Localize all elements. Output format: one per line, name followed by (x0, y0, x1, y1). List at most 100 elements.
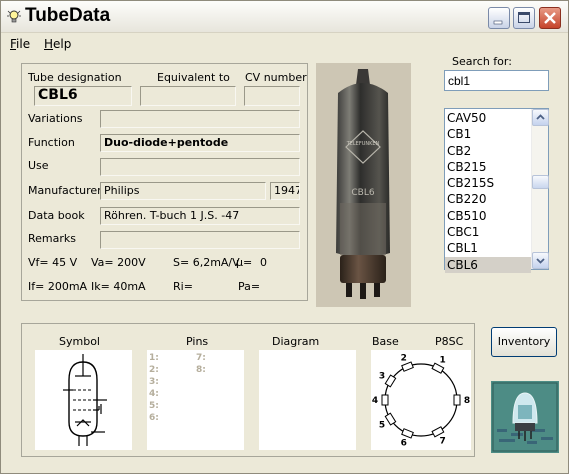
cv-number-label: CV number (245, 71, 307, 84)
base-label: Base (372, 335, 399, 348)
menu-help[interactable]: Help (44, 37, 71, 51)
if-value: If= 200mA (28, 280, 88, 293)
databook-label: Data book (28, 209, 85, 222)
pin-entry: 7: (196, 353, 206, 363)
ik-value: Ik= 40mA (91, 280, 146, 293)
menu-file-label: ile (16, 37, 31, 51)
search-label: Search for: (452, 55, 512, 68)
tube-photo-image: TELEFUNKEN CBL6 (316, 63, 411, 307)
function-field[interactable]: Duo-diode+pentode (100, 134, 300, 152)
maximize-icon (518, 12, 530, 23)
remarks-label: Remarks (28, 232, 76, 245)
photo-tube-label: CBL6 (351, 188, 374, 198)
base-pin-number: 5 (379, 420, 385, 430)
menu-help-mnemonic: H (44, 37, 54, 51)
use-label: Use (28, 159, 49, 172)
pin-entry: 1: (149, 353, 159, 363)
pin-entry: 8: (196, 365, 206, 375)
pin-entry: 3: (149, 377, 159, 387)
result-item[interactable]: CAV50 (445, 110, 531, 126)
result-item[interactable]: CB220 (445, 191, 531, 207)
base-pin-number: 8 (464, 396, 470, 406)
result-item[interactable]: CB215S (445, 175, 531, 191)
inventory-button[interactable]: Inventory (491, 327, 557, 357)
base-pin-number: 4 (372, 396, 378, 406)
result-item[interactable]: CBC1 (445, 224, 531, 240)
base-type-label: P8SC (435, 335, 464, 348)
menu-help-label: elp (53, 37, 72, 51)
base-pin (384, 412, 397, 426)
pins-right-column: 7: 8: (196, 352, 206, 376)
diagram-label: Diagram (272, 335, 320, 348)
base-diagram-icon: 1 2 3 4 5 6 7 8 (372, 353, 470, 449)
mu-value: 0 (260, 256, 267, 269)
base-pin-number: 2 (401, 353, 407, 363)
pin-entry: 6: (149, 413, 159, 423)
tube-photo: TELEFUNKEN CBL6 (316, 63, 411, 307)
pin-entry: 5: (149, 401, 159, 411)
ri-value: Ri= (173, 280, 193, 293)
search-input[interactable] (444, 70, 549, 91)
remarks-field[interactable] (100, 231, 300, 249)
base-pin (431, 426, 445, 438)
results-list: CAV50 CB1 CB2 CB215 CB215S CB220 CB510 CBC1 CBL1… (445, 110, 531, 273)
maximize-button[interactable] (513, 7, 535, 29)
symbol-box (35, 350, 132, 450)
menu-file[interactable]: File (10, 37, 30, 51)
s-value: S= 6,2mA/V (173, 256, 240, 269)
base-pin (381, 394, 389, 406)
vf-value: Vf= 45 V (28, 256, 78, 269)
base-pin (401, 428, 414, 439)
symbol-label: Symbol (59, 335, 100, 348)
databook-field[interactable]: Röhren. T-buch 1 J.S. -47 (100, 207, 300, 225)
base-pin-number: 3 (379, 372, 385, 382)
base-pin (453, 394, 461, 406)
pins-left-column: 1: 2: 3: 4: 5: 6: (149, 352, 159, 424)
minimize-button[interactable] (488, 7, 510, 29)
function-label: Function (28, 136, 75, 149)
pins-label: Pins (186, 335, 209, 348)
result-item[interactable]: CBL1 (445, 240, 531, 256)
pin-entry: 2: (149, 365, 159, 375)
result-item[interactable]: CB1 (445, 126, 531, 142)
manufacturer-field[interactable]: Philips (100, 182, 266, 200)
tube-designation-label: Tube designation (28, 71, 122, 84)
result-item[interactable]: CB215 (445, 159, 531, 175)
base-pin (384, 374, 397, 388)
results-listbox[interactable]: CAV50 CB1 CB2 CB215 CB215S CB220 CB510 CBC1 CBL1… (444, 108, 549, 273)
year-field[interactable]: 1947 (270, 182, 300, 200)
cv-number-field[interactable] (244, 86, 300, 106)
window-title: TubeData (25, 5, 111, 26)
variations-label: Variations (28, 112, 83, 125)
close-icon (544, 12, 556, 24)
va-value: Va= 200V (91, 256, 146, 269)
variations-field[interactable] (100, 110, 300, 128)
menu-bar: File Help (1, 34, 568, 54)
manufacturer-label: Manufacturer (28, 184, 102, 197)
tube-logo-icon (491, 381, 559, 453)
result-item[interactable]: CB510 (445, 208, 531, 224)
base-pin-number: 6 (401, 439, 407, 449)
result-item[interactable]: CB2 (445, 143, 531, 159)
close-button[interactable] (539, 7, 561, 29)
scroll-up-button[interactable] (532, 109, 549, 126)
title-bar[interactable]: TubeData (1, 1, 568, 33)
equivalent-field[interactable] (140, 86, 236, 106)
chevron-up-icon (536, 114, 545, 120)
scroll-thumb[interactable] (532, 175, 549, 189)
pa-value: Pa= (238, 280, 261, 293)
minimize-icon (493, 20, 503, 25)
use-field[interactable] (100, 158, 300, 176)
pins-box: 1: 2: 3: 4: 5: 6: 7: 8: (147, 350, 244, 450)
scroll-down-button[interactable] (532, 252, 549, 269)
chevron-down-icon (536, 258, 545, 264)
base-box: 1 2 3 4 5 6 7 8 (371, 350, 471, 450)
photo-brand-text: TELEFUNKEN (346, 141, 380, 147)
tube-designation-field[interactable]: CBL6 (34, 86, 132, 106)
base-pin-number: 1 (439, 355, 445, 365)
base-pin-number: 7 (439, 437, 445, 447)
mu-label: μ= (236, 256, 253, 269)
results-scrollbar[interactable] (531, 109, 549, 269)
equivalent-label: Equivalent to (157, 71, 230, 84)
result-item[interactable]: CBL6 (445, 256, 531, 273)
